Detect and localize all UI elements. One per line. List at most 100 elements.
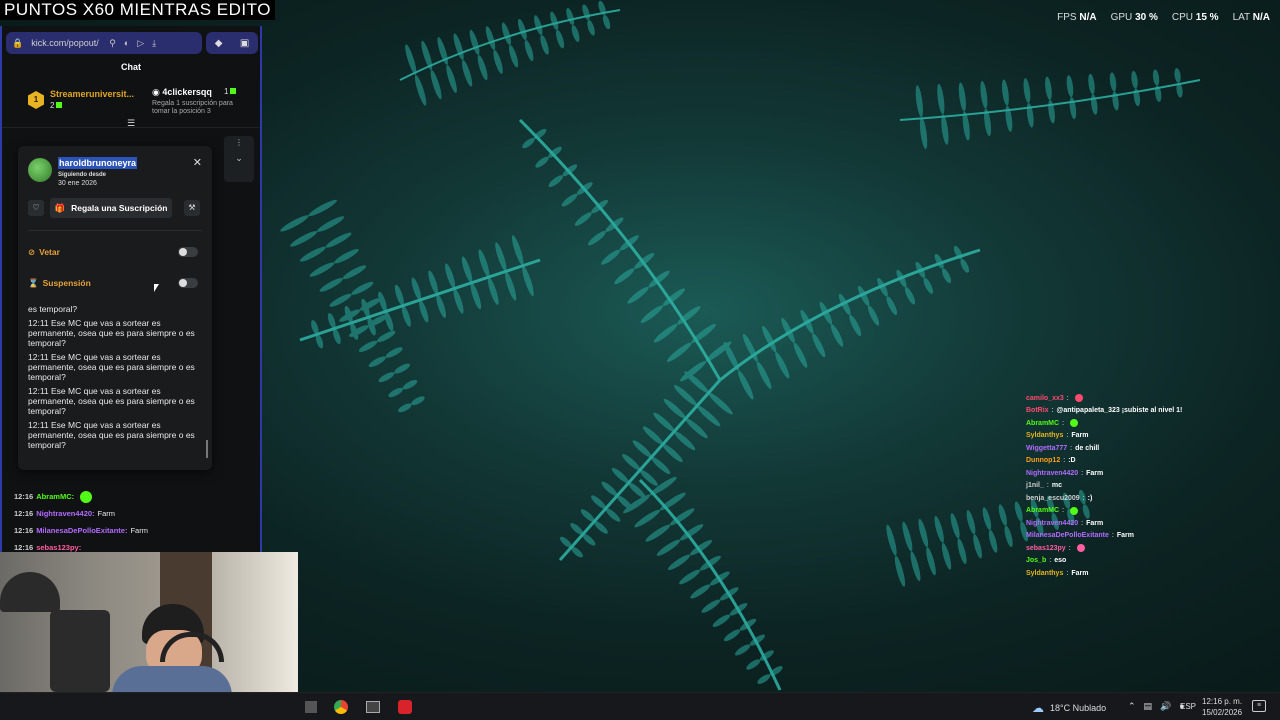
fern-leaflet: [674, 385, 698, 406]
language-indicator[interactable]: ESP: [1180, 702, 1196, 711]
url-text[interactable]: kick.com/popout/: [31, 38, 101, 48]
fern-leaflet: [919, 117, 928, 150]
fern-leaflet: [937, 83, 945, 115]
overlay-chat-username[interactable]: Wiggetta777: [1026, 445, 1067, 452]
download-icon[interactable]: ⤓: [152, 38, 156, 49]
extension-diamond-icon[interactable]: ◆: [215, 38, 223, 49]
history-entry: 12:11 Ese MC que vas a sortear es perman…: [28, 386, 195, 416]
fern-leaflet: [696, 405, 721, 427]
fern-leaflet: [574, 212, 592, 226]
timeout-toggle[interactable]: [178, 278, 198, 288]
fern-leaflet: [819, 301, 833, 325]
fern-leaflet: [958, 82, 966, 112]
overlay-chat-username[interactable]: Jos_b: [1026, 557, 1046, 564]
chevron-down-icon[interactable]: ⌄: [224, 153, 254, 164]
fern-leaflet: [667, 554, 691, 571]
fern-leaflet: [1109, 72, 1117, 92]
overlay-chat-username[interactable]: camilo_xx3: [1026, 395, 1064, 402]
extension-cube-icon[interactable]: ▣: [240, 38, 249, 49]
overlay-chat-line: camilo_xx3:: [1026, 392, 1276, 405]
volume-icon[interactable]: 🔊: [1160, 701, 1171, 712]
zoom-icon[interactable]: ⚲: [109, 38, 116, 49]
ban-toggle[interactable]: [178, 247, 198, 257]
fern-leaflet: [601, 481, 618, 497]
close-icon[interactable]: ✕: [193, 156, 202, 169]
leaderboard-second-name[interactable]: ◉ 4clickersqq: [152, 87, 212, 98]
overlay-chat-username[interactable]: benja_escu2009: [1026, 495, 1080, 502]
gift-leaderboard: 1 Streameruniversit... 2 ◉ 4clickersqq 1…: [2, 82, 260, 128]
fern-leaflet: [522, 137, 535, 149]
overlay-chat-message: Farm: [1116, 532, 1134, 540]
fern-leaflet: [588, 231, 606, 246]
leaderboard-first-name[interactable]: Streameruniversit...: [50, 89, 134, 99]
hammer-icon[interactable]: ⚒: [184, 200, 200, 216]
overlay-chat-username[interactable]: Nightraven4420: [1026, 470, 1078, 477]
window-icon[interactable]: [362, 697, 384, 717]
cpu-label: CPU: [1171, 12, 1193, 23]
gift-subscription-button[interactable]: 🎁 Regala una Suscripción: [50, 198, 172, 218]
overlay-chat-username[interactable]: AbramMC: [1026, 420, 1059, 427]
overlay-chat-username[interactable]: AbramMC: [1026, 507, 1059, 514]
pinned-message-box[interactable]: ⋮ ⌄: [224, 136, 254, 182]
overlay-chat-username[interactable]: sebas123py: [1026, 545, 1066, 552]
overlay-chat-message: Farm: [1086, 469, 1104, 477]
overlay-chat-message: mc: [1051, 482, 1062, 490]
fern-leaflet: [926, 547, 936, 576]
fern-leaflet: [701, 599, 721, 613]
ban-label: Vetar: [39, 247, 60, 257]
separator: :: [1082, 494, 1085, 502]
fern-leaflet: [886, 296, 898, 315]
overlay-chat-username[interactable]: MilanesaDePolloExitante: [1026, 532, 1109, 539]
overlay-chat-username[interactable]: Dunnop12: [1026, 457, 1060, 464]
collapse-icon[interactable]: ☰: [127, 118, 135, 129]
ban-row: ⊘ Vetar: [28, 244, 202, 260]
network-icon[interactable]: ▤: [1144, 701, 1153, 712]
overlay-chat-message: Farm: [1071, 432, 1089, 440]
performance-overlay: FPS N/A GPU 30 % CPU 15 % LAT N/A: [1057, 12, 1270, 23]
fern-leaflet: [679, 569, 701, 585]
fern-leaflet: [709, 571, 730, 586]
fern-leaflet: [309, 262, 335, 277]
fern-leaflet: [548, 175, 564, 188]
leaderboard-hint: Regala 1 suscripción para tomar la posic…: [152, 100, 233, 115]
fern-leaflet: [461, 59, 473, 87]
overlay-chat: camilo_xx3: BotRix: @antipapaleta_323 ¡sub…: [1026, 392, 1276, 580]
play-icon[interactable]: ▷: [137, 38, 144, 49]
overlay-chat-username[interactable]: Syldanthys: [1026, 570, 1063, 577]
overlay-chat-username[interactable]: Syldanthys: [1026, 432, 1063, 439]
fern-leaflet: [712, 614, 731, 627]
separator: :: [1062, 507, 1065, 515]
chevron-up-icon[interactable]: ⌃: [1128, 701, 1136, 712]
chat-lines: 12:16 AbramMC: 12:16 Nightraven4420: Far…: [14, 488, 254, 556]
overlay-chat-username[interactable]: BotRix: [1026, 407, 1049, 414]
overlay-chat-message: Farm: [1071, 569, 1089, 577]
heart-icon[interactable]: ♡: [28, 200, 44, 216]
emote-icon: [1076, 544, 1085, 553]
overlay-chat-line: Nightraven4420: Farm: [1026, 467, 1276, 480]
message-history[interactable]: es temporal? 12:11 Ese MC que vas a sort…: [28, 304, 204, 462]
overlay-chat-username[interactable]: j1nil_: [1026, 482, 1044, 489]
fern-leaflet: [659, 492, 686, 511]
app-icon-1[interactable]: [300, 697, 322, 717]
obs-icon[interactable]: [394, 697, 416, 717]
fern-leaflet: [738, 370, 754, 400]
fern-leaflet: [934, 515, 944, 543]
history-entry: 12:11 Ese MC que vas a sortear es perman…: [28, 352, 195, 382]
more-vertical-icon[interactable]: ⋮: [224, 138, 254, 147]
fern-leaflet: [1069, 97, 1077, 120]
timeout-label: Suspensión: [42, 278, 91, 288]
scrollbar[interactable]: [206, 440, 208, 458]
fern-leaflet: [1088, 73, 1095, 95]
overlay-chat-username[interactable]: Nightraven4420: [1026, 520, 1078, 527]
fern-leaflet: [988, 529, 998, 553]
address-bar[interactable]: 🔒 kick.com/popout/ ⚲ ◐ ▷ ⤓: [6, 32, 202, 54]
notification-icon[interactable]: ≡: [1252, 700, 1266, 712]
weather-widget[interactable]: ☁ 18°C Nublado: [1032, 701, 1106, 715]
clock[interactable]: 12:16 p. m. 15/02/2026: [1202, 696, 1242, 718]
shield-icon[interactable]: ◐: [124, 38, 129, 48]
fern-leaflet: [559, 536, 572, 548]
usercard-username[interactable]: haroldbrunoneyra: [58, 157, 138, 169]
fern-leaflet: [723, 629, 741, 642]
chrome-icon[interactable]: [330, 697, 352, 717]
fern-leaflet: [377, 330, 396, 343]
